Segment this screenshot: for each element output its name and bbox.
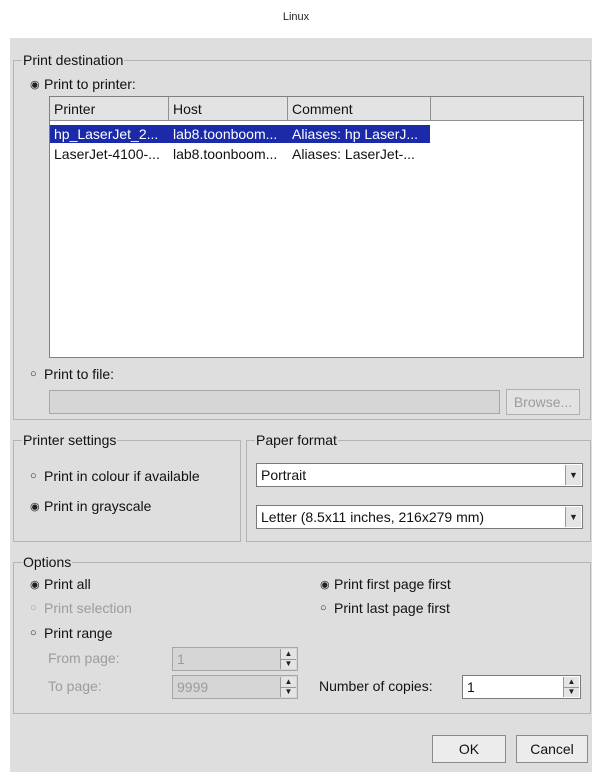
print-range-radio[interactable]: ○ Print range bbox=[30, 625, 112, 641]
to-page-input[interactable]: 9999 ▲ ▼ bbox=[172, 675, 298, 699]
chevron-down-icon[interactable]: ▼ bbox=[565, 507, 581, 527]
ok-button[interactable]: OK bbox=[432, 735, 506, 763]
print-last-page-first-label: Print last page first bbox=[334, 600, 450, 616]
orientation-value: Portrait bbox=[261, 467, 307, 483]
to-page-value: 9999 bbox=[177, 679, 209, 695]
print-last-page-first-radio[interactable]: ○ Print last page first bbox=[320, 600, 450, 616]
printer-name-cell: LaserJet-4100-... bbox=[54, 146, 160, 162]
arrow-up-icon[interactable]: ▲ bbox=[281, 677, 296, 688]
from-page-value: 1 bbox=[177, 651, 185, 667]
window-title: Linux bbox=[282, 11, 310, 23]
to-page-stepper[interactable]: ▲ ▼ bbox=[280, 677, 296, 697]
copies-input[interactable]: 1 ▲ ▼ bbox=[462, 675, 581, 699]
browse-button[interactable]: Browse... bbox=[506, 389, 580, 415]
arrow-up-icon[interactable]: ▲ bbox=[281, 649, 296, 660]
printer-row[interactable]: LaserJet-4100-... lab8.toonboom... Alias… bbox=[50, 145, 583, 163]
printer-host-cell: lab8.toonboom... bbox=[173, 126, 278, 142]
radio-checked-icon: ◉ bbox=[30, 500, 40, 513]
print-range-label: Print range bbox=[44, 625, 113, 641]
printer-settings-legend: Printer settings bbox=[23, 432, 117, 448]
print-grayscale-label: Print in grayscale bbox=[44, 498, 152, 514]
printer-name-cell: hp_LaserJet_2... bbox=[54, 126, 159, 142]
print-first-page-first-radio[interactable]: ◉ Print first page first bbox=[320, 576, 451, 592]
printer-host-cell: lab8.toonboom... bbox=[173, 146, 278, 162]
print-first-page-first-label: Print first page first bbox=[334, 576, 451, 592]
print-to-file-label: Print to file: bbox=[44, 366, 115, 382]
to-page-label: To page: bbox=[48, 678, 102, 694]
printer-comment-cell: Aliases: LaserJet-... bbox=[292, 146, 415, 162]
print-destination-legend: Print destination bbox=[23, 52, 124, 68]
print-all-label: Print all bbox=[44, 576, 91, 592]
printer-row[interactable]: hp_LaserJet_2... lab8.toonboom... Aliase… bbox=[50, 125, 583, 143]
print-colour-radio[interactable]: ○ Print in colour if available bbox=[30, 468, 200, 484]
print-to-printer-label: Print to printer: bbox=[44, 76, 136, 92]
copies-stepper[interactable]: ▲ ▼ bbox=[563, 677, 579, 697]
radio-unchecked-icon: ○ bbox=[30, 627, 37, 639]
cancel-button[interactable]: Cancel bbox=[516, 735, 588, 763]
paper-size-select[interactable]: Letter (8.5x11 inches, 216x279 mm) ▼ bbox=[256, 505, 583, 529]
column-header-filler bbox=[431, 97, 583, 121]
radio-checked-icon: ◉ bbox=[30, 578, 40, 591]
column-header-comment[interactable]: Comment bbox=[288, 97, 431, 121]
from-page-input[interactable]: 1 ▲ ▼ bbox=[172, 647, 298, 671]
print-all-radio[interactable]: ◉ Print all bbox=[30, 576, 91, 592]
copies-label: Number of copies: bbox=[319, 678, 433, 694]
arrow-down-icon[interactable]: ▼ bbox=[281, 660, 296, 670]
chevron-down-icon[interactable]: ▼ bbox=[565, 465, 581, 485]
column-header-printer[interactable]: Printer bbox=[50, 97, 169, 121]
radio-unchecked-icon: ○ bbox=[30, 470, 37, 482]
print-selection-label: Print selection bbox=[44, 600, 132, 616]
arrow-up-icon[interactable]: ▲ bbox=[564, 677, 579, 688]
radio-unchecked-icon: ○ bbox=[320, 602, 327, 614]
arrow-down-icon[interactable]: ▼ bbox=[281, 688, 296, 698]
radio-checked-icon: ◉ bbox=[320, 578, 330, 591]
paper-format-legend: Paper format bbox=[256, 432, 337, 448]
copies-value: 1 bbox=[467, 679, 475, 695]
printer-list[interactable]: Printer Host Comment hp_LaserJet_2... la… bbox=[49, 96, 584, 358]
radio-unchecked-icon: ○ bbox=[30, 602, 37, 614]
options-legend: Options bbox=[23, 554, 72, 570]
from-page-label: From page: bbox=[48, 650, 120, 666]
print-colour-label: Print in colour if available bbox=[44, 468, 200, 484]
arrow-down-icon[interactable]: ▼ bbox=[564, 688, 579, 698]
paper-size-value: Letter (8.5x11 inches, 216x279 mm) bbox=[261, 509, 485, 525]
orientation-select[interactable]: Portrait ▼ bbox=[256, 463, 583, 487]
from-page-stepper[interactable]: ▲ ▼ bbox=[280, 649, 296, 669]
column-header-host[interactable]: Host bbox=[169, 97, 288, 121]
file-path-input[interactable] bbox=[49, 390, 500, 414]
printer-comment-cell: Aliases: hp LaserJ... bbox=[292, 126, 419, 142]
print-dialog: Print destination ◉ Print to printer: Pr… bbox=[10, 38, 592, 772]
print-grayscale-radio[interactable]: ◉ Print in grayscale bbox=[30, 498, 151, 514]
print-to-printer-radio[interactable]: ◉ Print to printer: bbox=[30, 76, 136, 92]
print-to-file-radio[interactable]: ○ Print to file: bbox=[30, 366, 114, 382]
print-selection-radio[interactable]: ○ Print selection bbox=[30, 600, 132, 616]
radio-unchecked-icon: ○ bbox=[30, 368, 37, 380]
printer-settings-group: Printer settings bbox=[13, 432, 241, 542]
radio-checked-icon: ◉ bbox=[30, 78, 40, 91]
